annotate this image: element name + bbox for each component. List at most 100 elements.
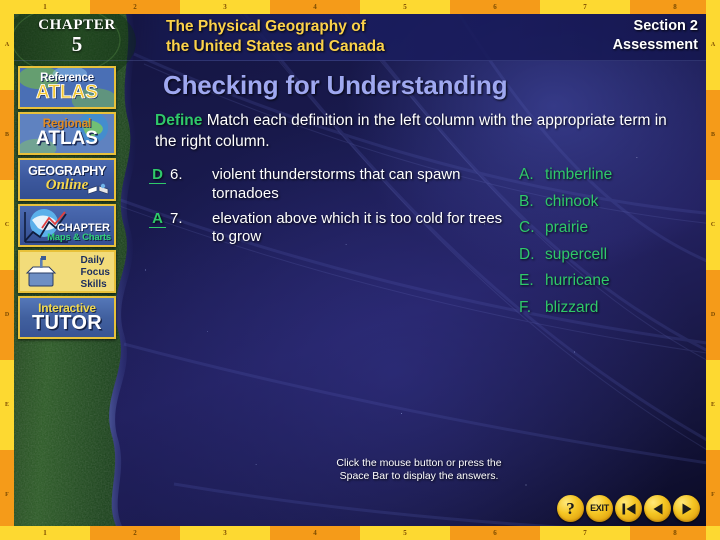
answer-blank[interactable]: A bbox=[149, 210, 166, 228]
define-label: Define bbox=[155, 112, 203, 129]
ruler-right-tick: E bbox=[706, 360, 720, 450]
frame-corner-bottom-left bbox=[0, 526, 14, 540]
sidebar-maps-charts-line2: Maps & Charts bbox=[47, 232, 111, 243]
frame-corner-top-right bbox=[706, 0, 720, 14]
ruler-top-tick: 2 bbox=[90, 0, 180, 14]
term-letter: B. bbox=[519, 192, 534, 210]
section-assessment-label: Section 2 Assessment bbox=[613, 17, 698, 55]
define-instruction: Define Match each definition in the left… bbox=[155, 110, 675, 153]
sidebar-daily-focus-line1: Daily bbox=[80, 255, 105, 266]
question-mark-icon: ? bbox=[566, 499, 575, 518]
section-line2: Assessment bbox=[612, 36, 698, 53]
ruler-bottom-tick: 2 bbox=[90, 526, 180, 540]
book-title-line1: The Physical Geography of bbox=[166, 18, 366, 35]
ruler-bottom-tick: 4 bbox=[270, 526, 360, 540]
list-item: A 7. elevation above which it is too col… bbox=[149, 210, 509, 248]
sidebar-regional-atlas-line2: ATLAS bbox=[36, 128, 98, 150]
sidebar-geography-online-line2: Online bbox=[45, 176, 89, 193]
sidebar-item-reference-atlas[interactable]: Reference ATLAS bbox=[18, 66, 116, 109]
sidebar-daily-focus-text: Daily Focus Skills bbox=[81, 255, 110, 290]
instruction-hint: Click the mouse button or press the Spac… bbox=[139, 457, 699, 484]
page-title: Checking for Understanding bbox=[163, 70, 508, 100]
book-title-line2: the United States and Canada bbox=[166, 37, 385, 55]
term-text: prairie bbox=[545, 219, 589, 236]
navigation-bar: ? EXIT bbox=[557, 495, 700, 522]
slide-stage: CHAPTER 5 The Physical Geography of the … bbox=[14, 14, 706, 526]
presentation-slide: CHAPTER 5 The Physical Geography of the … bbox=[0, 0, 720, 540]
ruler-top-tick: 4 bbox=[270, 0, 360, 14]
skip-to-start-icon bbox=[622, 503, 635, 514]
slide-content: Checking for Understanding Define Match … bbox=[139, 62, 699, 502]
first-slide-button[interactable] bbox=[615, 495, 642, 522]
sidebar-item-regional-atlas[interactable]: Regional ATLAS bbox=[18, 112, 116, 155]
ruler-top-tick: 3 bbox=[180, 0, 270, 14]
next-slide-button[interactable] bbox=[673, 495, 700, 522]
define-text: Match each definition in the left column… bbox=[155, 112, 667, 151]
triangle-right-icon bbox=[682, 503, 691, 514]
ruler-top-tick: 7 bbox=[540, 0, 630, 14]
term-text: blizzard bbox=[545, 298, 599, 316]
triangle-left-icon bbox=[653, 503, 662, 514]
term-letter: F. bbox=[519, 298, 532, 316]
sidebar-geography-online-line1: GEOGRAPHY bbox=[28, 164, 106, 179]
term-letter: C. bbox=[519, 219, 535, 236]
list-item: D 6. violent thunderstorms that can spaw… bbox=[149, 166, 509, 204]
hint-line2: Space Bar to display the answers. bbox=[339, 470, 499, 483]
list-item: B. chinook bbox=[519, 193, 694, 211]
section-line1: Section 2 bbox=[633, 18, 698, 34]
chapter-word: CHAPTER bbox=[38, 17, 116, 34]
ruler-bottom-tick: 6 bbox=[450, 526, 540, 540]
term-letter: D. bbox=[519, 245, 535, 263]
list-item: C. prairie bbox=[519, 219, 694, 237]
list-item: D. supercell bbox=[519, 246, 694, 264]
ruler-bottom-tick: 7 bbox=[540, 526, 630, 540]
ruler-left-tick: C bbox=[0, 180, 14, 270]
list-item: E. hurricane bbox=[519, 272, 694, 290]
previous-slide-button[interactable] bbox=[644, 495, 671, 522]
ruler-right-tick: C bbox=[706, 180, 720, 270]
sidebar-reference-atlas-line2: ATLAS bbox=[36, 82, 99, 104]
frame-corner-top-left bbox=[0, 0, 14, 14]
ruler-right-tick: B bbox=[706, 90, 720, 180]
sidebar-item-interactive-tutor[interactable]: Interactive TUTOR bbox=[18, 296, 116, 339]
term-text: timberline bbox=[545, 166, 613, 183]
ruler-left-tick: E bbox=[0, 360, 14, 450]
hint-line1: Click the mouse button or press the bbox=[336, 456, 502, 469]
ruler-top: 12345678 bbox=[0, 0, 720, 14]
exit-icon: EXIT bbox=[590, 503, 609, 513]
sidebar-nav: Reference ATLAS Regional ATLAS GEOGRAPHY… bbox=[18, 66, 118, 339]
ruler-top-tick: 5 bbox=[360, 0, 450, 14]
answer-blank[interactable]: D bbox=[149, 166, 166, 185]
question-text: violent thunderstorms that can spawn tor… bbox=[212, 166, 461, 202]
slide-header: CHAPTER 5 The Physical Geography of the … bbox=[14, 14, 706, 61]
chapter-number: 5 bbox=[71, 32, 83, 57]
open-book-icon bbox=[87, 183, 109, 195]
term-text: hurricane bbox=[545, 272, 610, 289]
sidebar-item-geography-online[interactable]: GEOGRAPHY Online bbox=[18, 158, 116, 201]
question-text: elevation above which it is too cold for… bbox=[212, 209, 503, 246]
list-item: A. timberline bbox=[519, 166, 694, 184]
definitions-column: D 6. violent thunderstorms that can spaw… bbox=[149, 166, 509, 253]
ruler-left: ABCDEF bbox=[0, 0, 14, 540]
frame-corner-bottom-right bbox=[706, 526, 720, 540]
list-item: F. blizzard bbox=[519, 299, 694, 317]
question-number: 6. bbox=[170, 166, 183, 183]
sidebar-daily-focus-line2: Focus bbox=[80, 266, 110, 278]
ruler-bottom-tick: 3 bbox=[180, 526, 270, 540]
term-letter: A. bbox=[519, 166, 534, 183]
ruler-left-tick: B bbox=[0, 90, 14, 180]
ruler-right-tick: D bbox=[706, 270, 720, 360]
ruler-bottom-tick: 5 bbox=[360, 526, 450, 540]
term-text: chinook bbox=[545, 192, 599, 210]
help-button[interactable]: ? bbox=[557, 495, 584, 522]
term-letter: E. bbox=[519, 272, 534, 289]
ruler-left-tick: D bbox=[0, 270, 14, 360]
projector-icon bbox=[25, 256, 57, 287]
exit-button[interactable]: EXIT bbox=[586, 495, 613, 522]
sidebar-item-daily-focus-skills[interactable]: Daily Focus Skills bbox=[18, 250, 116, 293]
sidebar-item-chapter-maps-charts[interactable]: CHAPTER Maps & Charts bbox=[18, 204, 116, 247]
question-number: 7. bbox=[170, 209, 183, 227]
ruler-right: ABCDEF bbox=[706, 0, 720, 540]
chapter-badge: CHAPTER 5 bbox=[14, 14, 140, 60]
sidebar-daily-focus-line3: Skills bbox=[80, 278, 107, 290]
